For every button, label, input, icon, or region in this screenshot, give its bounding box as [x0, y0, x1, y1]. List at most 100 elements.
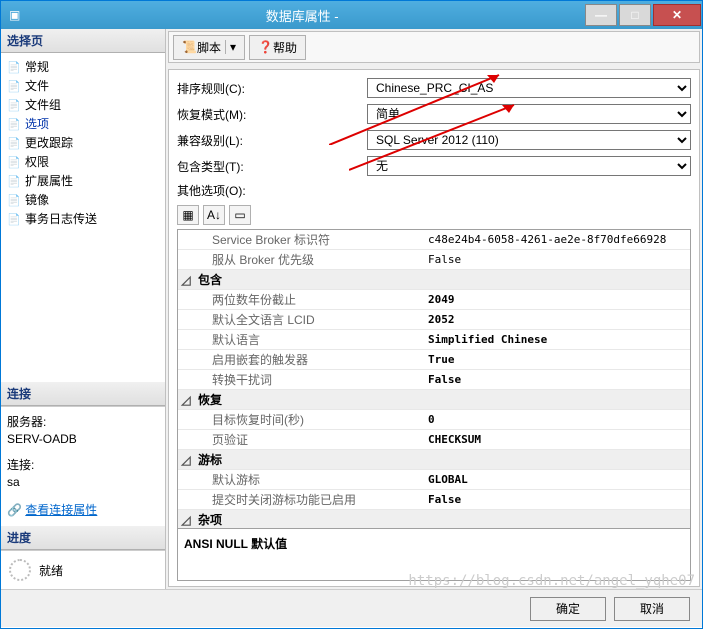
chevron-down-icon[interactable]: ▾ — [225, 40, 236, 54]
alphabetical-button[interactable]: A↓ — [203, 205, 225, 225]
sidebar-item-0[interactable]: 常规 — [3, 57, 163, 76]
sidebar-item-8[interactable]: 事务日志传送 — [3, 209, 163, 228]
property-name: 游标 — [194, 451, 424, 468]
expand-icon[interactable]: ◿ — [178, 513, 194, 527]
property-row[interactable]: 两位数年份截止2049 — [178, 290, 690, 310]
contain-label: 包含类型(T): — [177, 158, 367, 175]
sidebar-item-label: 文件组 — [25, 96, 61, 113]
property-name: Service Broker 标识符 — [194, 231, 424, 248]
sidebar-item-4[interactable]: 更改跟踪 — [3, 133, 163, 152]
page-icon — [7, 174, 21, 188]
sidebar-item-label: 事务日志传送 — [25, 210, 97, 227]
ok-button[interactable]: 确定 — [530, 597, 606, 621]
property-value: True — [424, 353, 690, 366]
property-name: 包含 — [194, 271, 424, 288]
recovery-label: 恢复模式(M): — [177, 106, 367, 123]
sidebar-item-label: 常规 — [25, 58, 49, 75]
help-icon: ❓ — [258, 40, 273, 54]
server-label: 服务器: — [7, 413, 159, 430]
progress-spinner-icon — [9, 559, 31, 581]
title-bar: ▣ 数据库属性 - — □ ✕ — [1, 1, 702, 29]
sidebar-item-label: 文件 — [25, 77, 49, 94]
connection-header: 连接 — [1, 382, 165, 406]
property-value: 2049 — [424, 293, 690, 306]
maximize-button[interactable]: □ — [619, 4, 651, 26]
property-row[interactable]: 服从 Broker 优先级False — [178, 250, 690, 270]
categorized-button[interactable]: ▦ — [177, 205, 199, 225]
property-name: 目标恢复时间(秒) — [194, 411, 424, 428]
property-value: False — [424, 493, 690, 506]
property-category[interactable]: ◿杂项 — [178, 510, 690, 529]
property-grid[interactable]: Service Broker 标识符c48e24b4-6058-4261-ae2… — [177, 229, 691, 529]
select-page-header: 选择页 — [1, 29, 165, 53]
property-name: 提交时关闭游标功能已启用 — [194, 491, 424, 508]
property-category[interactable]: ◿游标 — [178, 450, 690, 470]
progress-status: 就绪 — [39, 562, 63, 579]
sidebar-item-7[interactable]: 镜像 — [3, 190, 163, 209]
page-icon — [7, 98, 21, 112]
property-row[interactable]: 转换干扰词False — [178, 370, 690, 390]
sidebar-item-1[interactable]: 文件 — [3, 76, 163, 95]
property-row[interactable]: 目标恢复时间(秒)0 — [178, 410, 690, 430]
property-value: 2052 — [424, 313, 690, 326]
recovery-select[interactable]: 简单 — [367, 104, 691, 124]
other-options-label: 其他选项(O): — [177, 182, 367, 199]
property-row[interactable]: 页验证CHECKSUM — [178, 430, 690, 450]
property-row[interactable]: 默认全文语言 LCID2052 — [178, 310, 690, 330]
connection-value: sa — [7, 475, 159, 489]
property-row[interactable]: 启用嵌套的触发器True — [178, 350, 690, 370]
progress-header: 进度 — [1, 526, 165, 550]
property-value: False — [424, 373, 690, 386]
view-connection-link[interactable]: 🔗 查看连接属性 — [7, 501, 159, 518]
property-name: 两位数年份截止 — [194, 291, 424, 308]
page-icon — [7, 155, 21, 169]
script-label: 脚本 — [197, 39, 221, 56]
property-value: c48e24b4-6058-4261-ae2e-8f70dfe66928 — [424, 233, 690, 246]
property-row[interactable]: 默认语言Simplified Chinese — [178, 330, 690, 350]
property-row[interactable]: 提交时关闭游标功能已启用False — [178, 490, 690, 510]
property-category[interactable]: ◿恢复 — [178, 390, 690, 410]
collation-select[interactable]: Chinese_PRC_CI_AS — [367, 78, 691, 98]
help-label: 帮助 — [273, 39, 297, 56]
script-button[interactable]: 📜 脚本 ▾ — [173, 35, 245, 60]
expand-icon[interactable]: ◿ — [178, 393, 194, 407]
property-row[interactable]: 默认游标GLOBAL — [178, 470, 690, 490]
description-title: ANSI NULL 默认值 — [184, 537, 287, 551]
property-name: 恢复 — [194, 391, 424, 408]
toolbar: 📜 脚本 ▾ ❓ 帮助 — [168, 31, 700, 63]
sidebar-item-5[interactable]: 权限 — [3, 152, 163, 171]
property-value: 0 — [424, 413, 690, 426]
property-row[interactable]: Service Broker 标识符c48e24b4-6058-4261-ae2… — [178, 230, 690, 250]
script-icon: 📜 — [182, 40, 197, 54]
expand-icon[interactable]: ◿ — [178, 453, 194, 467]
page-icon — [7, 117, 21, 131]
server-value: SERV-OADB — [7, 432, 159, 446]
sidebar-item-label: 扩展属性 — [25, 172, 73, 189]
property-name: 默认全文语言 LCID — [194, 311, 424, 328]
sidebar-item-6[interactable]: 扩展属性 — [3, 171, 163, 190]
page-tree: 常规文件文件组选项更改跟踪权限扩展属性镜像事务日志传送 — [1, 53, 165, 232]
property-category[interactable]: ◿包含 — [178, 270, 690, 290]
page-icon — [7, 79, 21, 93]
sidebar: 选择页 常规文件文件组选项更改跟踪权限扩展属性镜像事务日志传送 连接 服务器: … — [1, 29, 166, 589]
view-connection-label: 查看连接属性 — [25, 503, 97, 517]
help-button[interactable]: ❓ 帮助 — [249, 35, 306, 60]
cancel-button[interactable]: 取消 — [614, 597, 690, 621]
sidebar-item-label: 镜像 — [25, 191, 49, 208]
contain-select[interactable]: 无 — [367, 156, 691, 176]
property-name: 杂项 — [194, 511, 424, 528]
app-icon: ▣ — [9, 8, 20, 22]
sidebar-item-3[interactable]: 选项 — [3, 114, 163, 133]
sidebar-item-label: 权限 — [25, 153, 49, 170]
close-button[interactable]: ✕ — [653, 4, 701, 26]
property-value: False — [424, 253, 690, 266]
compat-select[interactable]: SQL Server 2012 (110) — [367, 130, 691, 150]
pages-button[interactable]: ▭ — [229, 205, 251, 225]
sidebar-item-2[interactable]: 文件组 — [3, 95, 163, 114]
minimize-button[interactable]: — — [585, 4, 617, 26]
expand-icon[interactable]: ◿ — [178, 273, 194, 287]
page-icon — [7, 193, 21, 207]
sidebar-item-label: 更改跟踪 — [25, 134, 73, 151]
collation-label: 排序规则(C): — [177, 80, 367, 97]
sidebar-item-label: 选项 — [25, 115, 49, 132]
